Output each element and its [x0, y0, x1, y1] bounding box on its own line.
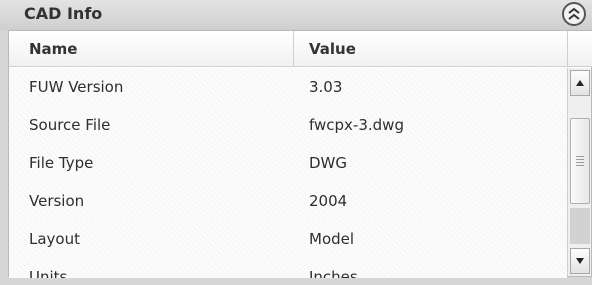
- grip-icon: [576, 156, 584, 166]
- arrow-down-icon: [576, 258, 584, 264]
- column-header-value[interactable]: Value: [309, 31, 356, 67]
- row-value: DWG: [309, 154, 348, 172]
- row-name: Layout: [29, 230, 80, 248]
- grid-body: FUW Version 3.03 Source File fwcpx-3.dwg…: [9, 68, 567, 278]
- table-row[interactable]: Source File fwcpx-3.dwg: [9, 106, 567, 144]
- column-header-name[interactable]: Name: [29, 31, 77, 67]
- column-divider[interactable]: [293, 31, 294, 67]
- row-value: Inches: [309, 268, 358, 278]
- cad-info-panel: CAD Info Name Value FUW Version 3.03 Sou…: [0, 0, 592, 285]
- row-name: FUW Version: [29, 78, 124, 96]
- arrow-up-icon: [576, 80, 584, 86]
- row-name: File Type: [29, 154, 94, 172]
- row-name: Units: [29, 268, 68, 278]
- column-divider[interactable]: [567, 31, 568, 67]
- table-row[interactable]: Layout Model: [9, 220, 567, 258]
- grid-header: Name Value: [9, 31, 592, 67]
- scrollbar-thumb[interactable]: [570, 118, 590, 204]
- row-name: Version: [29, 192, 85, 210]
- row-value: 3.03: [309, 78, 343, 96]
- scroll-down-button[interactable]: [570, 248, 590, 274]
- row-value: fwcpx-3.dwg: [309, 116, 404, 134]
- row-name: Source File: [29, 116, 111, 134]
- panel-header: CAD Info: [0, 0, 592, 30]
- scrollbar-track[interactable]: [570, 208, 590, 244]
- panel-title: CAD Info: [24, 4, 103, 23]
- table-row[interactable]: FUW Version 3.03: [9, 68, 567, 106]
- table-row[interactable]: Units Inches: [9, 258, 567, 278]
- row-value: 2004: [309, 192, 348, 210]
- collapse-button[interactable]: [562, 2, 586, 26]
- vertical-scrollbar[interactable]: [567, 68, 591, 276]
- double-chevron-up-icon: [568, 7, 580, 20]
- row-value: Model: [309, 230, 355, 248]
- scroll-up-button[interactable]: [570, 70, 590, 96]
- cad-info-grid: Name Value FUW Version 3.03 Source File …: [8, 30, 592, 278]
- table-row[interactable]: File Type DWG: [9, 144, 567, 182]
- table-row[interactable]: Version 2004: [9, 182, 567, 220]
